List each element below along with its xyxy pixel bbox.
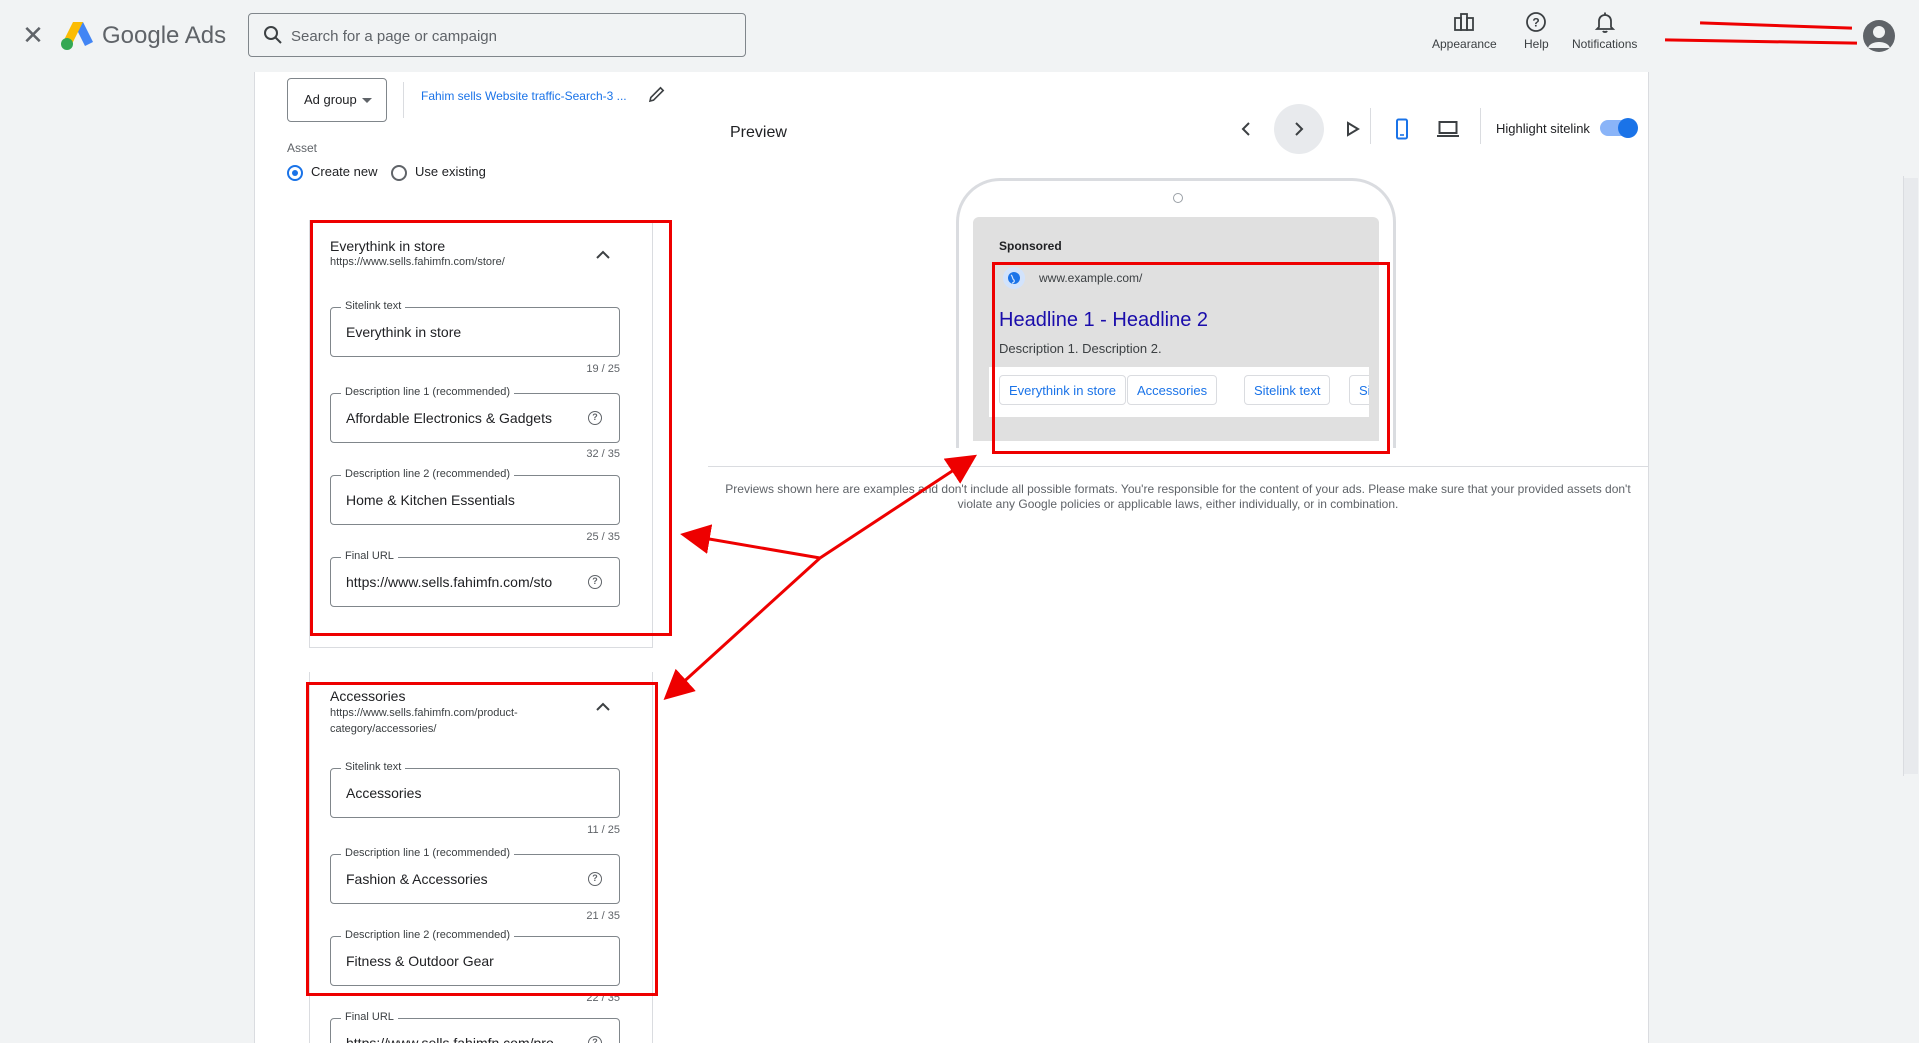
field-label: Final URL bbox=[341, 1011, 398, 1023]
account-avatar[interactable] bbox=[1863, 20, 1895, 52]
help-label: Help bbox=[1524, 37, 1549, 51]
help-button[interactable]: ? Help bbox=[1524, 10, 1549, 51]
appearance-label: Appearance bbox=[1432, 37, 1497, 51]
search-input[interactable] bbox=[289, 14, 733, 58]
appearance-button[interactable]: Appearance bbox=[1432, 10, 1497, 51]
desktop-device-icon[interactable] bbox=[1436, 117, 1460, 141]
search-icon bbox=[264, 26, 282, 44]
next-preview-button[interactable] bbox=[1274, 104, 1324, 154]
mobile-device-icon[interactable] bbox=[1390, 117, 1414, 141]
bell-icon bbox=[1594, 12, 1615, 33]
play-icon[interactable] bbox=[1340, 117, 1364, 141]
ad-group-dropdown[interactable]: Ad group bbox=[287, 78, 387, 122]
preview-title: Preview bbox=[730, 124, 787, 141]
final-url-field[interactable]: Final URL https://www.sells.fahimfn.com/… bbox=[330, 1011, 620, 1043]
create-new-label: Create new bbox=[311, 164, 378, 179]
create-new-radio[interactable]: Create new bbox=[287, 164, 377, 181]
redaction-mark bbox=[1699, 21, 1853, 30]
highlight-sitelink-toggle[interactable] bbox=[1600, 118, 1638, 138]
appearance-icon bbox=[1454, 13, 1475, 31]
google-ads-logo-icon bbox=[61, 22, 93, 50]
search-box[interactable] bbox=[248, 13, 746, 58]
highlight-sitelink-label: Highlight sitelink bbox=[1496, 121, 1590, 136]
annotation-box bbox=[310, 220, 672, 636]
use-existing-radio[interactable]: Use existing bbox=[391, 164, 486, 181]
preview-disclaimer: Previews shown here are examples and don… bbox=[725, 482, 1631, 511]
notifications-button[interactable]: Notifications bbox=[1572, 10, 1637, 51]
divider bbox=[1480, 108, 1481, 144]
use-existing-label: Use existing bbox=[415, 164, 486, 179]
field-value: https://www.sells.fahimfn.com/pro bbox=[346, 1035, 554, 1043]
campaign-link[interactable]: Fahim sells Website traffic-Search-3 ... bbox=[421, 89, 641, 103]
person-icon bbox=[1868, 26, 1890, 48]
divider bbox=[708, 466, 1648, 467]
help-icon: ? bbox=[1526, 12, 1547, 32]
notifications-label: Notifications bbox=[1572, 37, 1638, 51]
redaction-mark bbox=[1664, 38, 1858, 45]
annotation-box bbox=[992, 262, 1390, 454]
scrollbar-thumb[interactable] bbox=[1904, 178, 1918, 774]
svg-text:?: ? bbox=[1533, 16, 1540, 30]
chevron-right-icon bbox=[1295, 122, 1304, 136]
asset-label: Asset bbox=[287, 141, 318, 155]
ad-group-label: Ad group bbox=[304, 92, 357, 107]
radio-selected-icon bbox=[287, 164, 303, 181]
preview-panel: Preview Highlight sitelink Sponsored www… bbox=[708, 72, 1649, 1043]
dropdown-caret-icon bbox=[362, 98, 372, 103]
chevron-left-icon[interactable] bbox=[1234, 117, 1258, 141]
radio-unselected-icon bbox=[391, 164, 407, 181]
annotation-box bbox=[306, 682, 658, 996]
help-icon[interactable]: ? bbox=[588, 1036, 602, 1043]
close-icon[interactable]: ✕ bbox=[20, 22, 46, 48]
sponsored-label: Sponsored bbox=[999, 239, 1062, 253]
app-brand: Google Ads bbox=[102, 22, 227, 49]
divider bbox=[1370, 108, 1371, 144]
divider bbox=[403, 82, 404, 118]
pencil-icon[interactable] bbox=[647, 84, 667, 104]
top-bar: ✕ Google Ads Appearance ? Help bbox=[0, 0, 1919, 72]
phone-camera-icon bbox=[1173, 193, 1183, 203]
